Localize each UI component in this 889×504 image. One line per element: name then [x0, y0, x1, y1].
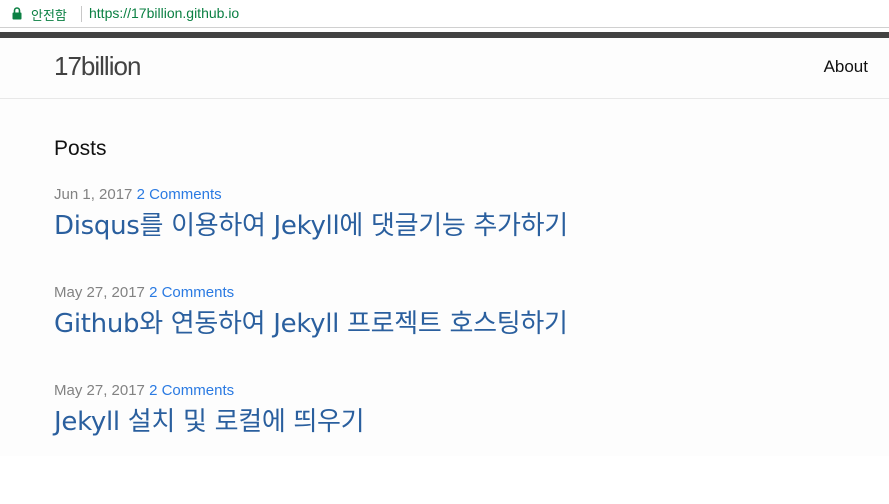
post-item: Jun 1, 2017 2 Comments Disqus를 이용하여 Jeky…	[54, 186, 568, 242]
post-date: May 27, 2017	[54, 382, 145, 399]
security-status-label: 안전함	[31, 9, 67, 24]
post-comments-link[interactable]: 2 Comments	[137, 186, 222, 203]
url-text[interactable]: https://17billion.github.io	[89, 5, 239, 21]
post-meta: May 27, 2017 2 Comments	[54, 284, 568, 302]
post-date: Jun 1, 2017	[54, 186, 133, 203]
browser-address-bar[interactable]: 안전함 https://17billion.github.io	[0, 0, 889, 28]
post-title-link[interactable]: Jekyll 설치 및 로컬에 띄우기	[54, 406, 365, 438]
address-divider	[81, 6, 82, 22]
post-meta: May 27, 2017 2 Comments	[54, 382, 364, 400]
post-date: May 27, 2017	[54, 284, 145, 301]
site-page: 17billion About Posts Jun 1, 2017 2 Comm…	[0, 32, 889, 456]
post-comments-link[interactable]: 2 Comments	[149, 284, 234, 301]
post-title-link[interactable]: Disqus를 이용하여 Jekyll에 댓글기능 추가하기	[54, 210, 568, 242]
nav-link-about[interactable]: About	[824, 57, 868, 77]
post-meta: Jun 1, 2017 2 Comments	[54, 186, 568, 204]
post-title-link[interactable]: Github와 연동하여 Jekyll 프로젝트 호스팅하기	[54, 308, 568, 340]
site-header: 17billion About	[0, 38, 889, 99]
site-title-link[interactable]: 17billion	[54, 51, 141, 82]
lock-icon	[12, 7, 22, 20]
post-item: May 27, 2017 2 Comments Jekyll 설치 및 로컬에 …	[54, 382, 365, 438]
posts-heading: Posts	[54, 137, 107, 160]
post-item: May 27, 2017 2 Comments Github와 연동하여 Jek…	[54, 284, 568, 340]
post-comments-link[interactable]: 2 Comments	[149, 382, 234, 399]
